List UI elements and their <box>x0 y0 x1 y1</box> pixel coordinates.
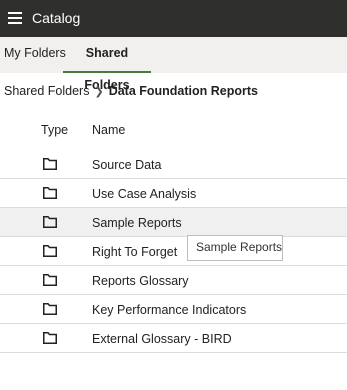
top-bar: Catalog <box>0 0 347 37</box>
folder-name[interactable]: Reports Glossary <box>92 274 189 288</box>
table-row[interactable]: Reports Glossary <box>0 266 347 295</box>
chevron-right-icon: ❯ <box>94 85 104 98</box>
folder-icon <box>43 245 57 257</box>
breadcrumb-shared-folders[interactable]: Shared Folders <box>4 84 89 98</box>
folder-name[interactable]: Right To Forget <box>92 245 177 259</box>
table-row[interactable]: Right To Forget <box>0 237 347 266</box>
table-row[interactable]: Key Performance Indicators <box>0 295 347 324</box>
folder-icon <box>43 187 57 199</box>
folder-icon <box>43 216 57 228</box>
folder-icon <box>43 158 57 170</box>
folder-icon <box>43 332 57 344</box>
folder-name[interactable]: Source Data <box>92 158 161 172</box>
hamburger-menu-icon[interactable] <box>8 12 22 24</box>
table-row[interactable]: Source Data <box>0 150 347 179</box>
tab-my-folders[interactable]: My Folders <box>4 37 66 73</box>
folder-name[interactable]: External Glossary - BIRD <box>92 332 232 346</box>
breadcrumb: Shared Folders ❯ Data Foundation Reports <box>4 84 258 98</box>
tab-shared-folders[interactable]: Shared Folders <box>63 37 151 92</box>
folder-name[interactable]: Use Case Analysis <box>92 187 196 201</box>
table-row[interactable]: Sample Reports <box>0 208 347 237</box>
folder-name[interactable]: Sample Reports <box>92 216 182 230</box>
column-header-name[interactable]: Name <box>92 123 125 137</box>
tooltip: Sample Reports <box>187 235 283 261</box>
table-row[interactable]: Use Case Analysis <box>0 179 347 208</box>
folder-tabs: My Folders Shared Folders <box>0 37 347 92</box>
folder-list: Source Data Use Case Analysis Sample Rep… <box>0 150 347 353</box>
folder-icon <box>43 274 57 286</box>
folder-icon <box>43 303 57 315</box>
app-title: Catalog <box>32 10 81 26</box>
column-header-type[interactable]: Type <box>41 123 68 137</box>
breadcrumb-current: Data Foundation Reports <box>108 84 258 98</box>
table-row[interactable]: External Glossary - BIRD <box>0 324 347 353</box>
folder-name[interactable]: Key Performance Indicators <box>92 303 246 317</box>
